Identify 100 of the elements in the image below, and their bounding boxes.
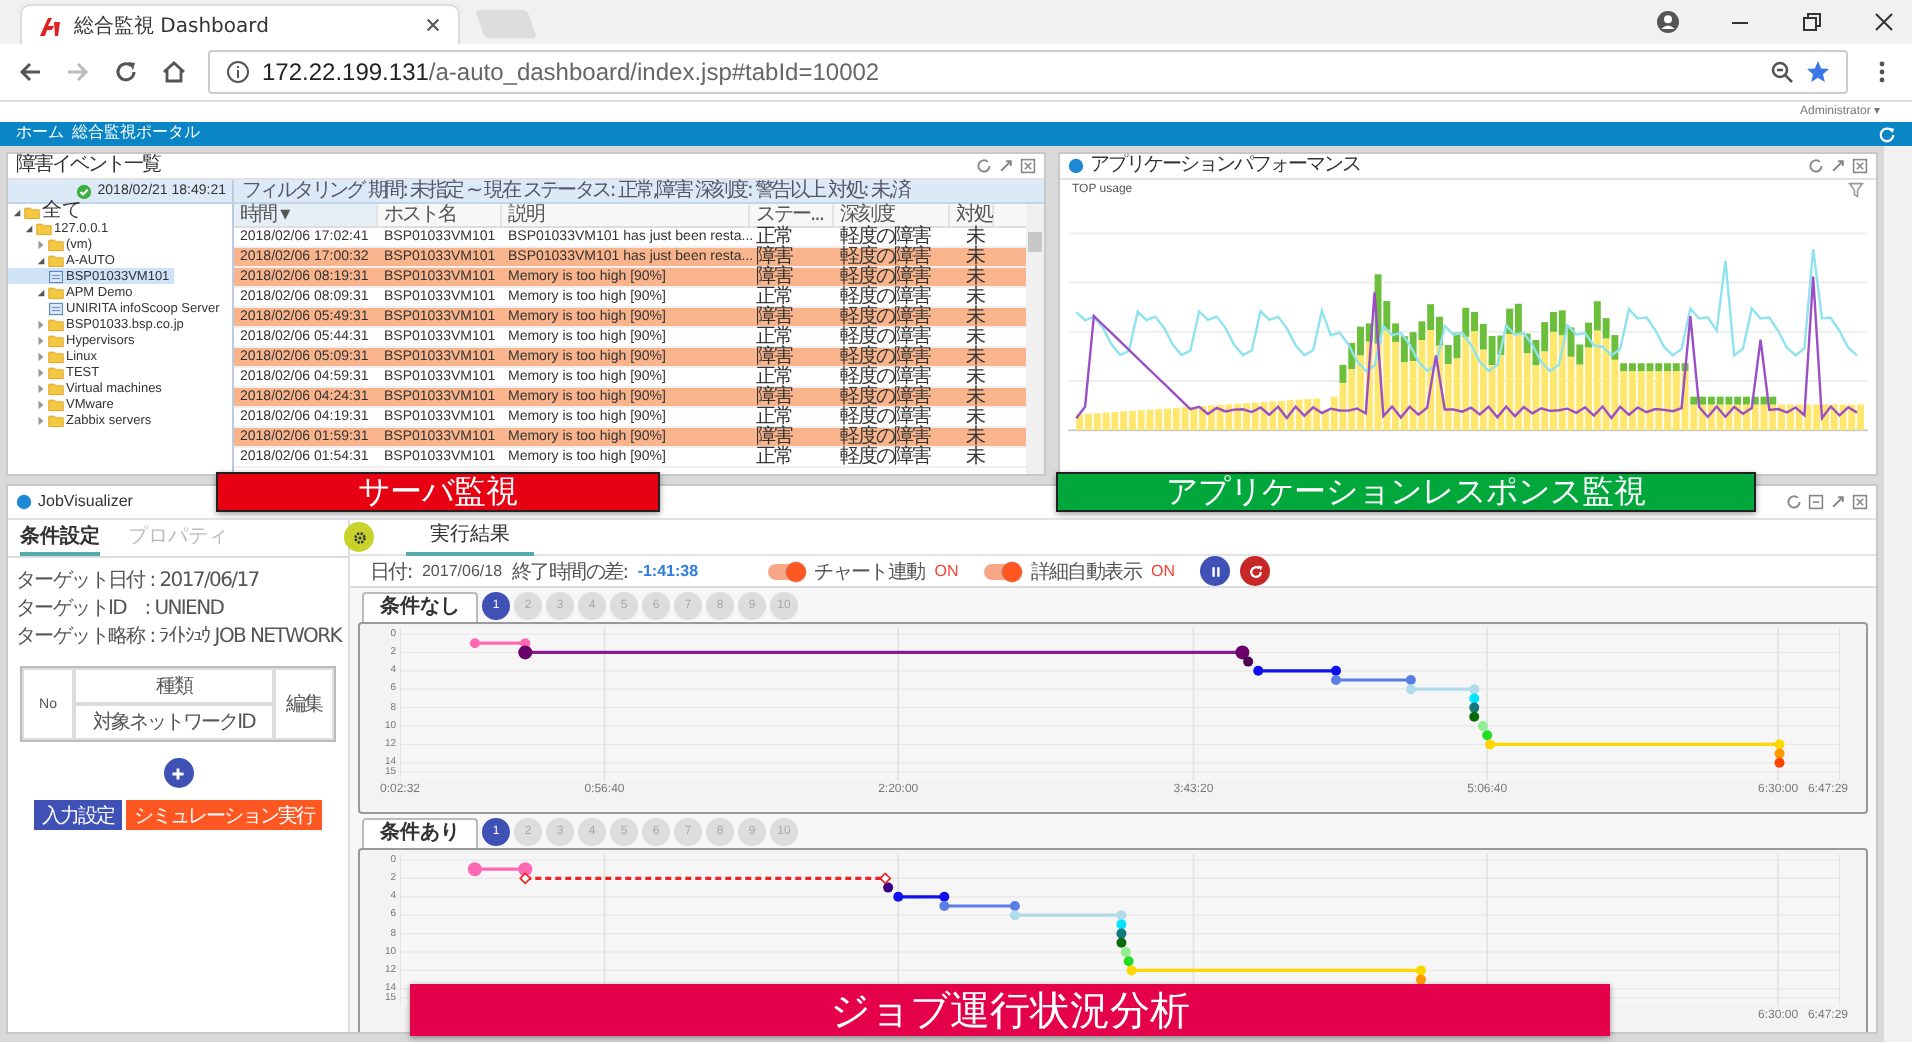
profile-icon[interactable] xyxy=(1656,10,1680,34)
tab[interactable]: 条件設定 xyxy=(20,520,100,556)
zoom-icon[interactable] xyxy=(1770,60,1794,84)
column-header[interactable]: 深刻度 xyxy=(834,204,950,226)
expand-icon[interactable] xyxy=(998,158,1014,174)
column-header: 種類 xyxy=(74,668,274,704)
table-cell-text: 未 xyxy=(964,347,987,367)
table-cell-text: 障害 xyxy=(754,427,795,447)
settings-icon xyxy=(351,529,367,545)
overlay-caption: サーバ監視 xyxy=(216,472,660,512)
target-info: ターゲットID : UNIEND xyxy=(16,598,226,622)
toggle-state: ON xyxy=(1150,562,1175,580)
filter-summary: フィルタリング 期間: 未指定 ~ 現在 ステータス: 正常,障害 深刻度: 警告以上 対処: 未,済 xyxy=(242,180,910,202)
table-cell-text: 正常 xyxy=(754,227,792,247)
restore-icon[interactable] xyxy=(1800,10,1824,34)
add-button[interactable] xyxy=(163,758,193,788)
table-cell-text: 未 xyxy=(964,247,987,267)
table-cell-text: 未 xyxy=(964,407,987,427)
server-icon xyxy=(48,269,64,283)
table-cell-text: 軽度の障害 xyxy=(838,327,933,347)
date-value: 2017/06/18 xyxy=(421,562,503,580)
diff-value: -1:41:38 xyxy=(637,562,699,580)
table-cell-text: 未 xyxy=(964,327,987,347)
address-field[interactable]: 172.22.199.131/a-auto_dashboard/index.jsp#tabId=10002 xyxy=(208,50,1848,94)
column-header[interactable]: ホスト名 xyxy=(378,204,502,226)
expand-icon[interactable] xyxy=(1830,158,1846,174)
toggle-switch[interactable] xyxy=(984,563,1021,579)
table-cell-text: 障害 xyxy=(754,387,795,407)
table-cell-text: 正常 xyxy=(754,367,792,387)
check-icon xyxy=(75,183,92,199)
expand-icon[interactable] xyxy=(1830,494,1846,510)
table-cell-text: 障害 xyxy=(754,267,795,287)
column-header[interactable]: 対処 xyxy=(950,204,994,226)
table-cell-text: 軽度の障害 xyxy=(838,387,933,407)
back-icon[interactable] xyxy=(16,58,44,86)
action-button[interactable]: 入力設定 xyxy=(34,800,122,830)
settings-button[interactable] xyxy=(344,522,374,552)
browser-tab[interactable]: 総合監視 Dashboard xyxy=(20,4,460,44)
table-cell-text: 軽度の障害 xyxy=(838,227,933,247)
logo-icon xyxy=(38,13,62,37)
server-icon xyxy=(48,301,64,315)
table-cell-text: 障害 xyxy=(754,247,795,267)
dot-icon xyxy=(16,494,32,510)
table-cell-text: 未 xyxy=(964,387,987,407)
plus-icon xyxy=(170,765,186,781)
tree-item[interactable]: 全て xyxy=(8,204,86,220)
toggle-state: ON xyxy=(934,562,959,580)
table-cell-text: 未 xyxy=(964,447,987,467)
refresh-button[interactable] xyxy=(1240,556,1271,586)
table-cell-text: 正常 xyxy=(754,447,794,467)
column-header[interactable]: ステー... xyxy=(750,204,834,226)
overlay-caption: アプリケーションレスポンス監視 xyxy=(1056,472,1756,512)
table-cell-text: 軽度の障害 xyxy=(838,367,933,387)
column-header: 対象ネットワークID xyxy=(74,704,274,740)
info-icon xyxy=(226,60,250,84)
table-cell-text: 障害 xyxy=(754,307,795,327)
scrollbar[interactable] xyxy=(1026,204,1044,474)
forward-icon[interactable] xyxy=(64,58,92,86)
column-header[interactable]: 説明 xyxy=(502,204,750,226)
reload-icon[interactable] xyxy=(112,58,140,86)
home-icon[interactable] xyxy=(160,58,188,86)
nav-link[interactable]: 総合監視ポータル xyxy=(72,124,200,144)
table-cell-text: 軽度の障害 xyxy=(838,267,933,287)
date-label: 日付: xyxy=(370,559,412,585)
table-cell-text: 軽度の障害 xyxy=(838,247,933,267)
url-path: /a-auto_dashboard/index.jsp#tabId=10002 xyxy=(428,58,880,86)
refresh-icon[interactable] xyxy=(976,158,992,174)
table-cell-text: 未 xyxy=(964,307,987,327)
table-cell-text: 軽度の障害 xyxy=(838,287,933,307)
column-header: 編集 xyxy=(274,668,334,740)
scrollbar[interactable] xyxy=(1884,146,1912,1042)
overlay-caption: ジョブ運行状況分析 xyxy=(410,984,1610,1036)
table-cell-text: 軽度の障害 xyxy=(838,427,933,447)
diff-label: 終了時間の差: xyxy=(512,559,628,585)
refresh-icon[interactable] xyxy=(1808,158,1824,174)
refresh-icon[interactable] xyxy=(1786,494,1802,510)
table-cell-text: 未 xyxy=(964,227,987,247)
chart-tab[interactable]: 条件あり xyxy=(362,818,478,848)
close-icon[interactable] xyxy=(1872,10,1896,34)
target-info: ターゲット日付 : 2017/06/17 xyxy=(16,570,261,594)
table-cell-text: 未 xyxy=(964,267,987,287)
target-info: ターゲット略称 : ﾗｲﾄｼｭｳ JOB NETWORK xyxy=(16,626,340,650)
toggle-switch[interactable] xyxy=(768,563,805,579)
column-header[interactable]: 時間 ▾ xyxy=(234,204,378,226)
table-cell-text: 未 xyxy=(964,367,987,387)
chart-tab[interactable]: 条件なし xyxy=(362,592,478,622)
close-icon[interactable] xyxy=(424,16,442,34)
pause-button[interactable] xyxy=(1200,556,1231,586)
table-cell-text: 軽度の障害 xyxy=(838,407,933,427)
nav-link[interactable]: ホーム xyxy=(16,124,64,144)
star-icon[interactable] xyxy=(1806,60,1830,84)
table-cell-text: 未 xyxy=(964,427,987,447)
panel-title: JobVisualizer xyxy=(38,490,133,514)
filter-icon[interactable] xyxy=(1848,181,1864,197)
table-cell-text: 軽度の障害 xyxy=(838,347,933,367)
caret-icon[interactable] xyxy=(24,223,34,233)
table-cell-text: 軽度の障害 xyxy=(838,447,933,467)
table-cell-text: 正常 xyxy=(754,287,792,307)
table-cell-text: 正常 xyxy=(754,407,792,427)
refresh-icon xyxy=(1247,563,1264,579)
